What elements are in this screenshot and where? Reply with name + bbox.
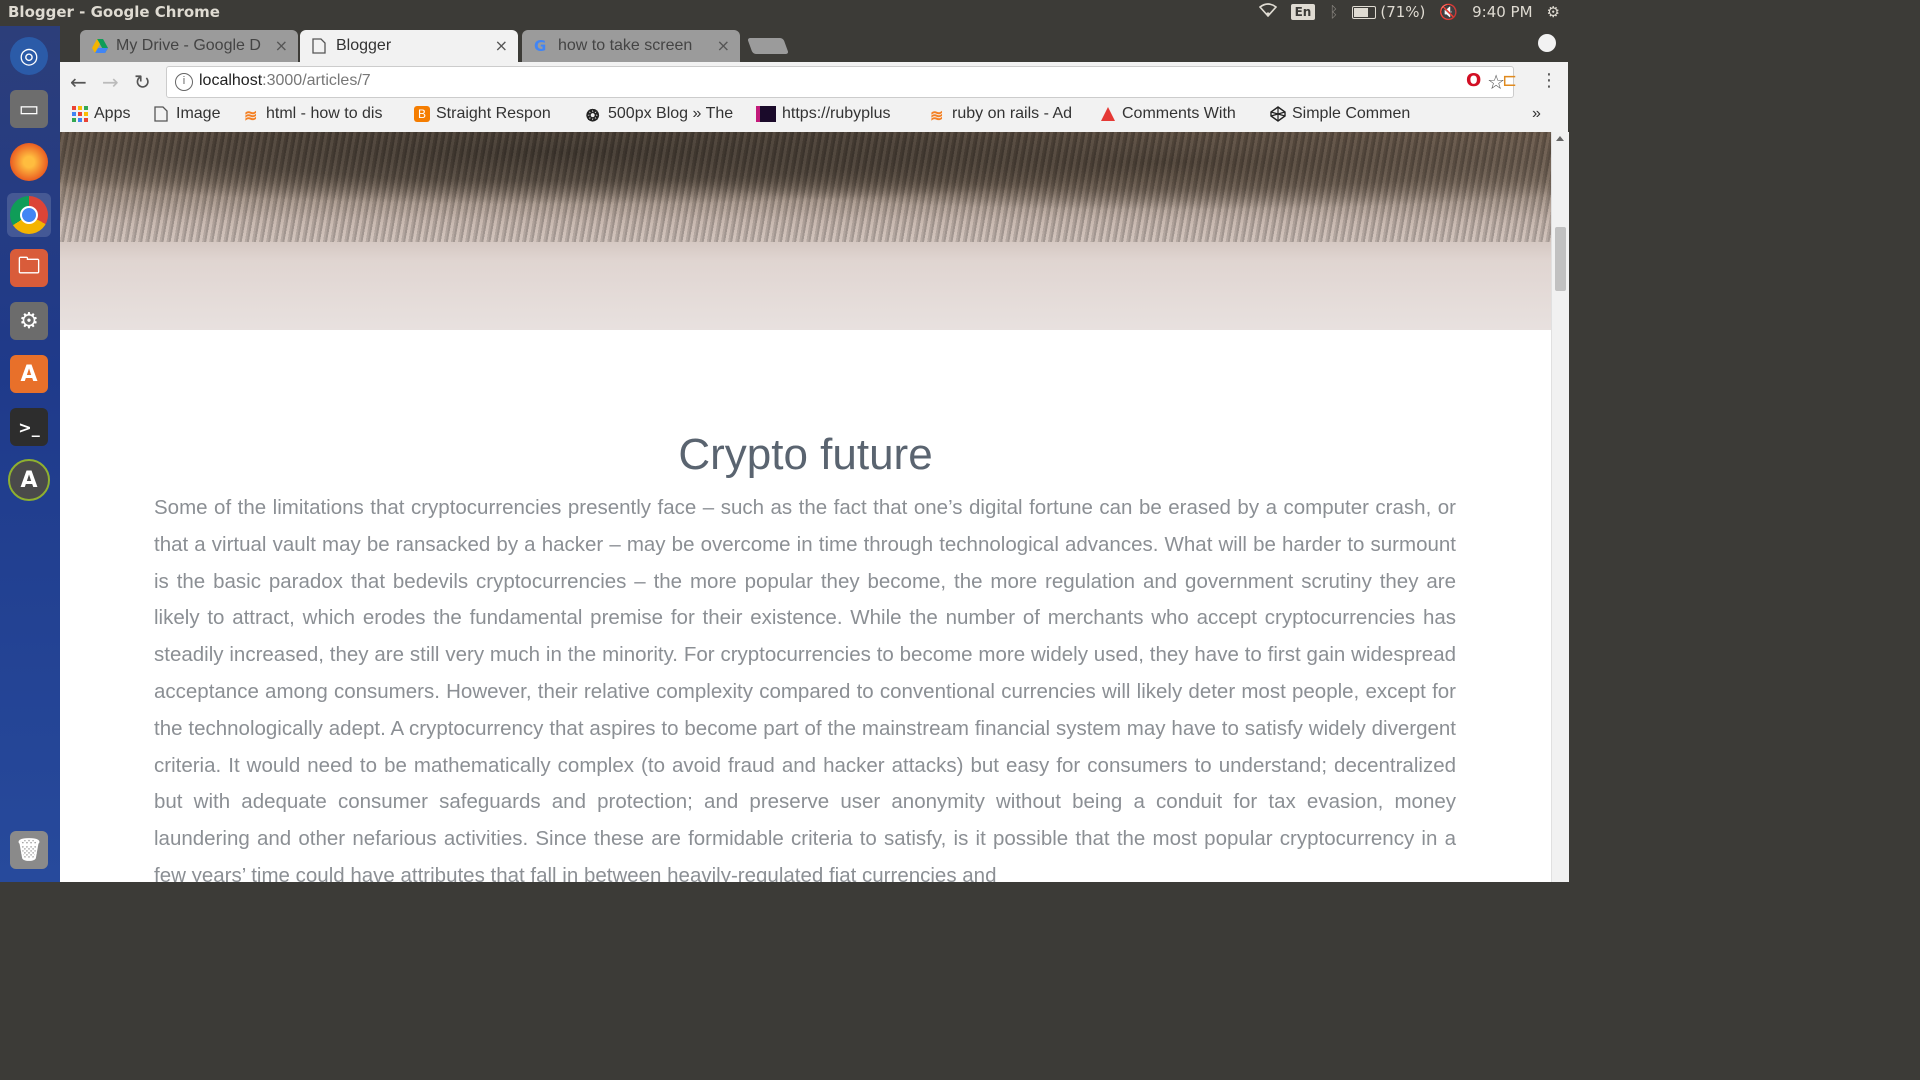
battery-icon bbox=[1352, 5, 1377, 19]
bookmark-image[interactable]: Image bbox=[154, 105, 220, 123]
bookmark-label: html - how to dis bbox=[266, 105, 383, 122]
system-settings-icon[interactable]: ⚙ bbox=[7, 299, 51, 343]
bookmark-straight-response[interactable]: B Straight Respon bbox=[414, 105, 566, 123]
codepen-icon bbox=[1270, 106, 1286, 122]
bookmark-label: Comments With bbox=[1122, 105, 1236, 122]
ubuntu-dash-icon[interactable]: ◎ bbox=[7, 34, 51, 78]
bookmark-label: Image bbox=[176, 105, 221, 122]
volume-muted-icon[interactable]: 🔇 bbox=[1439, 3, 1458, 21]
rubyplus-icon bbox=[756, 106, 776, 122]
url-text[interactable]: localhost:3000/articles/7 bbox=[199, 72, 371, 90]
bookmark-ruby-on-rails[interactable]: ≋ ruby on rails - Ad bbox=[930, 105, 1080, 125]
blogger-icon: B bbox=[414, 106, 430, 122]
forward-icon[interactable]: → bbox=[102, 70, 119, 94]
extension-icon[interactable]: ⊏ bbox=[1502, 70, 1517, 91]
page-icon bbox=[154, 106, 170, 122]
article-hero-image bbox=[60, 132, 1551, 330]
system-top-bar: Blogger - Google Chrome En ᛒ (71%) 🔇 9:4… bbox=[0, 0, 1568, 26]
google-icon: G bbox=[534, 37, 547, 55]
system-tray: En ᛒ (71%) 🔇 9:40 PM ⚙ bbox=[1258, 3, 1560, 21]
bookmark-label: Straight Respon bbox=[436, 105, 551, 122]
url-host: localhost bbox=[199, 72, 263, 89]
updater-icon[interactable]: A bbox=[7, 458, 51, 502]
chrome-menu-icon[interactable]: ⋮ bbox=[1540, 70, 1558, 91]
bookmarks-bar: Apps Image ≋ html - how to dis B Straigh… bbox=[60, 100, 1568, 133]
keyboard-layout-indicator[interactable]: En bbox=[1290, 4, 1316, 20]
page-icon bbox=[312, 38, 328, 54]
browser-chrome: My Drive - Google D × Blogger × G how to… bbox=[60, 26, 1568, 133]
bookmark-rubyplus[interactable]: https://rubyplus bbox=[756, 105, 910, 123]
reload-icon[interactable]: ↻ bbox=[134, 70, 151, 94]
profile-icon[interactable] bbox=[1538, 34, 1556, 52]
close-tab-icon[interactable]: × bbox=[275, 36, 288, 55]
close-tab-icon[interactable]: × bbox=[717, 36, 730, 55]
tab-how-to-take-screenshot[interactable]: G how to take screen × bbox=[522, 30, 740, 62]
bookmarks-overflow-button[interactable]: » bbox=[1532, 105, 1541, 123]
back-icon[interactable]: ← bbox=[70, 70, 87, 94]
bookmark-label: ruby on rails - Ad bbox=[952, 105, 1073, 122]
firefox-icon[interactable] bbox=[7, 140, 51, 184]
site-info-icon[interactable]: i bbox=[175, 73, 193, 91]
scroll-up-arrow-icon[interactable] bbox=[1556, 136, 1564, 141]
trash-icon[interactable]: 🗑 bbox=[7, 828, 51, 872]
tab-strip: My Drive - Google D × Blogger × G how to… bbox=[60, 26, 1568, 62]
file-manager-icon[interactable]: 🗀 bbox=[7, 246, 51, 290]
bookmark-label: Apps bbox=[94, 105, 131, 122]
terminal-icon[interactable]: >_ bbox=[7, 405, 51, 449]
tab-blogger[interactable]: Blogger × bbox=[300, 30, 518, 62]
tab-my-drive[interactable]: My Drive - Google D × bbox=[80, 30, 298, 62]
500px-icon: ❂ bbox=[586, 108, 600, 125]
tab-label: Blogger bbox=[336, 37, 392, 54]
wifi-icon[interactable] bbox=[1258, 3, 1277, 21]
browser-toolbar: ← → ↻ i localhost:3000/articles/7 ☆ O ⊏ … bbox=[60, 62, 1568, 100]
apps-grid-icon bbox=[72, 106, 88, 122]
chrome-icon[interactable] bbox=[7, 193, 51, 237]
article-body: Some of the limitations that cryptocurre… bbox=[154, 496, 1456, 882]
article-title: Crypto future bbox=[678, 430, 933, 479]
url-path: :3000/articles/7 bbox=[262, 72, 371, 89]
bookmark-html-how-to[interactable]: ≋ html - how to dis bbox=[244, 105, 394, 125]
files-icon[interactable]: ▭ bbox=[7, 87, 51, 131]
red-triangle-icon bbox=[1100, 106, 1116, 122]
window-title: Blogger - Google Chrome bbox=[8, 3, 220, 21]
close-tab-icon[interactable]: × bbox=[495, 36, 508, 55]
page-scrollbar[interactable] bbox=[1551, 132, 1569, 882]
bookmark-label: 500px Blog » The bbox=[608, 105, 734, 122]
software-center-icon[interactable]: A bbox=[7, 352, 51, 396]
stackoverflow-icon: ≋ bbox=[930, 108, 944, 125]
unity-launcher: ◎ ▭ 🗀 ⚙ A >_ A 🗑 bbox=[0, 26, 61, 882]
bookmark-comments-with[interactable]: Comments With bbox=[1100, 105, 1246, 123]
page-content: Crypto future Some of the limitations th… bbox=[60, 132, 1551, 882]
bookmark-simple-comments[interactable]: Simple Commen bbox=[1270, 105, 1422, 123]
bookmark-label: Simple Commen bbox=[1292, 105, 1411, 122]
address-bar[interactable]: i localhost:3000/articles/7 ☆ bbox=[166, 66, 1514, 98]
settings-gear-icon[interactable]: ⚙ bbox=[1547, 3, 1560, 21]
scrollbar-thumb[interactable] bbox=[1555, 227, 1566, 291]
new-tab-button[interactable] bbox=[747, 38, 789, 54]
stackoverflow-icon: ≋ bbox=[244, 108, 258, 125]
bookmark-500px-blog[interactable]: ❂ 500px Blog » The bbox=[586, 105, 736, 125]
opera-extension-icon[interactable]: O bbox=[1466, 70, 1481, 91]
tab-label: how to take screen bbox=[558, 37, 693, 54]
battery-indicator[interactable]: (71%) bbox=[1352, 3, 1425, 21]
tab-label: My Drive - Google D bbox=[116, 37, 261, 54]
clock[interactable]: 9:40 PM bbox=[1472, 3, 1532, 21]
bluetooth-icon[interactable]: ᛒ bbox=[1329, 3, 1338, 21]
battery-percent: (71%) bbox=[1380, 3, 1426, 21]
bookmark-label: https://rubyplus bbox=[782, 105, 891, 122]
google-drive-icon bbox=[92, 38, 108, 54]
bookmark-apps[interactable]: Apps bbox=[72, 105, 130, 123]
